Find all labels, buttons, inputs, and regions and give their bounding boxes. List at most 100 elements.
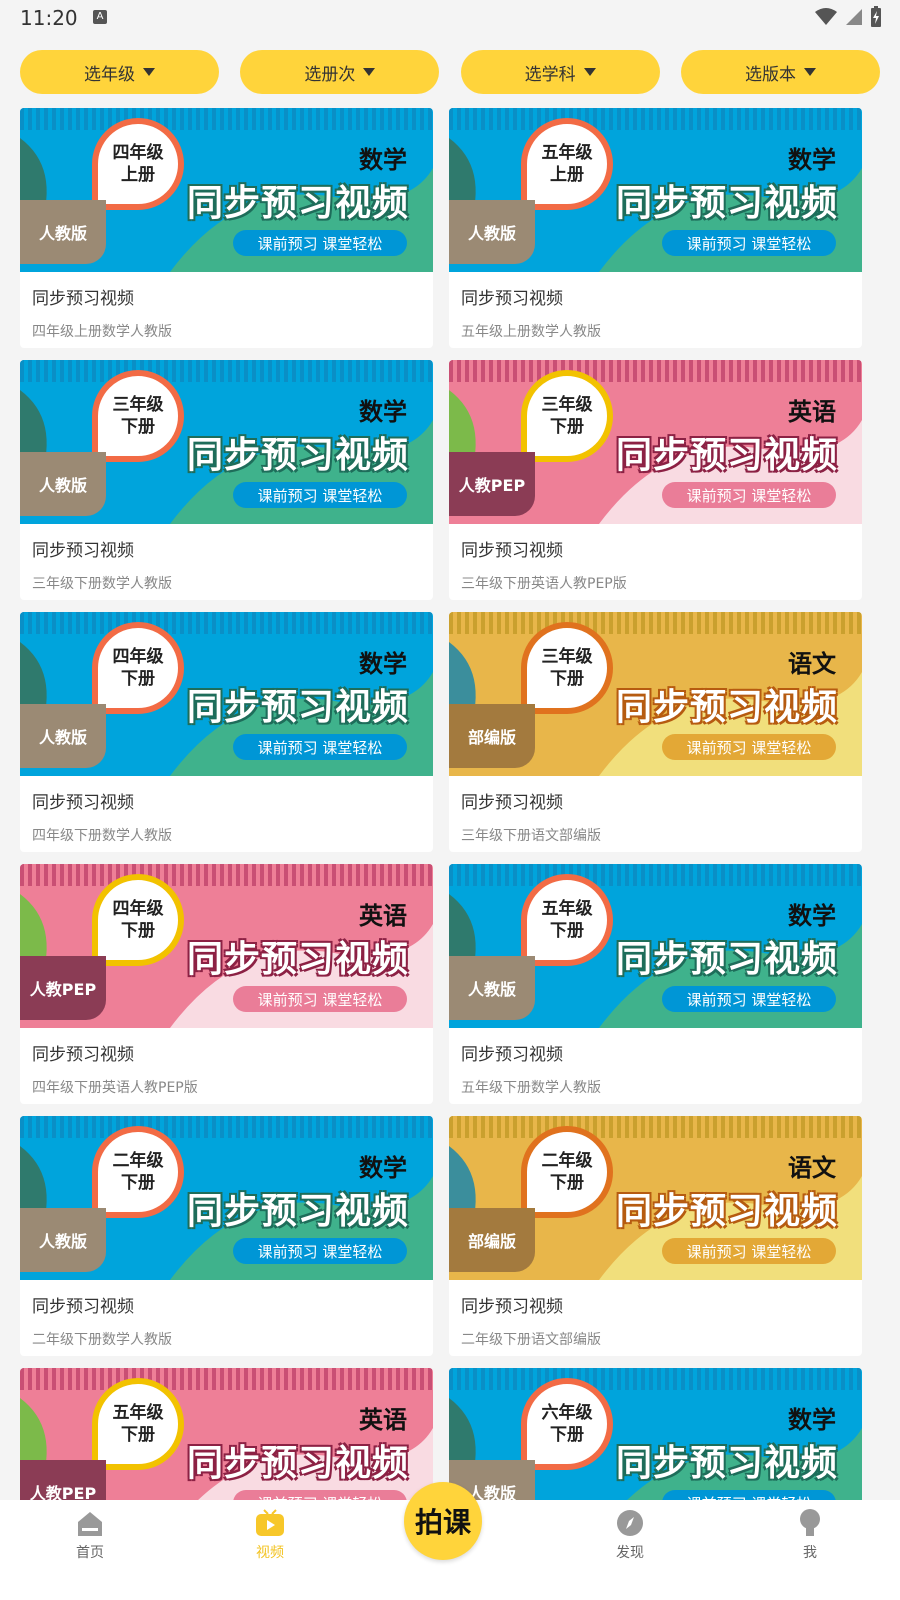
- term-text: 下册: [121, 417, 155, 437]
- nav-discover-label: 发现: [616, 1545, 644, 1561]
- video-thumbnail: 二年级 下册 部编版 语文 同步预习视频 课前预习 课堂轻松: [449, 1116, 862, 1280]
- filter-subject-label: 选学科: [524, 64, 576, 85]
- card-subtitle: 四年级下册数学人教版: [32, 828, 172, 844]
- term-text: 下册: [121, 669, 155, 689]
- headline-text: 同步预习视频: [186, 1443, 409, 1484]
- video-thumbnail: 四年级 下册 人教版 数学 同步预习视频 课前预习 课堂轻松: [20, 612, 433, 776]
- subject-text: 数学: [359, 146, 407, 174]
- video-card[interactable]: 五年级 下册 人教版 数学 同步预习视频 课前预习 课堂轻松 同步预习视频 五年…: [449, 864, 862, 1104]
- grade-badge: 五年级 下册: [92, 1378, 184, 1470]
- video-thumbnail: 四年级 下册 人教PEP 英语 同步预习视频 课前预习 课堂轻松: [20, 864, 433, 1028]
- card-title: 同步预习视频: [32, 289, 134, 309]
- video-thumbnail: 五年级 下册 人教版 数学 同步预习视频 课前预习 课堂轻松: [449, 864, 862, 1028]
- filter-term-button[interactable]: 选册次: [240, 50, 440, 94]
- video-card[interactable]: 二年级 下册 部编版 语文 同步预习视频 课前预习 课堂轻松 同步预习视频 二年…: [449, 1116, 862, 1356]
- card-title: 同步预习视频: [32, 1045, 134, 1065]
- video-card[interactable]: 三年级 下册 部编版 语文 同步预习视频 课前预习 课堂轻松 同步预习视频 三年…: [449, 612, 862, 852]
- tagline-pill: 课前预习 课堂轻松: [233, 1238, 407, 1264]
- grade-text: 二年级: [541, 1150, 593, 1171]
- grade-text: 五年级: [112, 1402, 164, 1423]
- subject-text: 英语: [359, 902, 407, 930]
- edition-tag: 部编版: [449, 704, 535, 768]
- headline-text: 同步预习视频: [615, 1443, 838, 1484]
- video-card[interactable]: 二年级 下册 人教版 数学 同步预习视频 课前预习 课堂轻松 同步预习视频 二年…: [20, 1116, 433, 1356]
- card-title: 同步预习视频: [461, 1045, 563, 1065]
- grade-badge: 六年级 下册: [521, 1378, 613, 1470]
- grade-badge: 四年级 下册: [92, 622, 184, 714]
- term-text: 下册: [550, 417, 584, 437]
- card-title: 同步预习视频: [461, 289, 563, 309]
- card-subtitle: 三年级下册数学人教版: [32, 576, 172, 592]
- nav-home[interactable]: 首页: [30, 1508, 150, 1562]
- term-text: 上册: [121, 165, 155, 185]
- edition-tag: 人教PEP: [20, 956, 106, 1020]
- term-text: 下册: [550, 1173, 584, 1193]
- tagline-pill: 课前预习 课堂轻松: [662, 1238, 836, 1264]
- video-thumbnail: 三年级 下册 人教PEP 英语 同步预习视频 课前预习 课堂轻松: [449, 360, 862, 524]
- grade-badge: 二年级 下册: [92, 1126, 184, 1218]
- tagline-pill: 课前预习 课堂轻松: [662, 482, 836, 508]
- edition-tag: 人教版: [20, 1208, 106, 1272]
- grade-badge: 五年级 上册: [521, 118, 613, 210]
- edition-tag: 人教版: [20, 452, 106, 516]
- video-card[interactable]: 五年级 上册 人教版 数学 同步预习视频 课前预习 课堂轻松 同步预习视频 五年…: [449, 108, 862, 348]
- filter-grade-button[interactable]: 选年级: [20, 50, 219, 94]
- subject-text: 语文: [788, 1154, 836, 1182]
- video-card[interactable]: 四年级 下册 人教PEP 英语 同步预习视频 课前预习 课堂轻松 同步预习视频 …: [20, 864, 433, 1104]
- edition-tag: 人教版: [449, 200, 535, 264]
- grade-badge: 二年级 下册: [521, 1126, 613, 1218]
- headline-text: 同步预习视频: [615, 435, 838, 476]
- nav-me[interactable]: 我: [750, 1508, 870, 1562]
- card-title: 同步预习视频: [32, 541, 134, 561]
- video-thumbnail: 五年级 上册 人教版 数学 同步预习视频 课前预习 课堂轻松: [449, 108, 862, 272]
- card-subtitle: 四年级下册英语人教PEP版: [32, 1080, 198, 1096]
- caret-down-icon: [803, 68, 816, 76]
- video-card[interactable]: 四年级 下册 人教版 数学 同步预习视频 课前预习 课堂轻松 同步预习视频 四年…: [20, 612, 433, 852]
- card-subtitle: 五年级下册数学人教版: [461, 1080, 601, 1096]
- subject-text: 数学: [788, 1406, 836, 1434]
- grade-badge: 三年级 下册: [521, 622, 613, 714]
- video-grid: 四年级 上册 人教版 数学 同步预习视频 课前预习 课堂轻松 同步预习视频 四年…: [20, 108, 880, 1600]
- term-text: 下册: [550, 669, 584, 689]
- nav-video[interactable]: 视频: [210, 1508, 330, 1562]
- edition-tag: 人教版: [449, 956, 535, 1020]
- tagline-pill: 课前预习 课堂轻松: [233, 230, 407, 256]
- edition-tag: 部编版: [449, 1208, 535, 1272]
- subject-text: 数学: [359, 398, 407, 426]
- subject-text: 数学: [359, 650, 407, 678]
- grade-text: 六年级: [541, 1402, 593, 1423]
- tagline-pill: 课前预习 课堂轻松: [233, 986, 407, 1012]
- filter-edition-button[interactable]: 选版本: [680, 50, 880, 94]
- term-text: 下册: [550, 921, 584, 941]
- card-title: 同步预习视频: [32, 793, 134, 813]
- filter-subject-button[interactable]: 选学科: [460, 50, 660, 94]
- headline-text: 同步预习视频: [186, 939, 409, 980]
- subject-text: 数学: [788, 902, 836, 930]
- tagline-pill: 课前预习 课堂轻松: [662, 986, 836, 1012]
- grade-text: 四年级: [112, 142, 164, 163]
- nav-discover[interactable]: 发现: [570, 1508, 690, 1562]
- tagline-pill: 课前预习 课堂轻松: [662, 230, 836, 256]
- battery-icon: [871, 6, 881, 27]
- tagline-pill: 课前预习 课堂轻松: [662, 734, 836, 760]
- photo-lesson-button[interactable]: 拍课: [404, 1482, 482, 1560]
- term-text: 上册: [550, 165, 584, 185]
- subject-text: 英语: [359, 1406, 407, 1434]
- card-subtitle: 四年级上册数学人教版: [32, 324, 172, 340]
- caret-down-icon: [583, 68, 596, 76]
- filter-term-label: 选册次: [304, 64, 356, 85]
- filter-bar: 选年级 选册次 选学科 选版本: [20, 50, 880, 94]
- headline-text: 同步预习视频: [186, 435, 409, 476]
- video-thumbnail: 三年级 下册 人教版 数学 同步预习视频 课前预习 课堂轻松: [20, 360, 433, 524]
- user-icon: [800, 1509, 820, 1536]
- video-thumbnail: 三年级 下册 部编版 语文 同步预习视频 课前预习 课堂轻松: [449, 612, 862, 776]
- video-card[interactable]: 三年级 下册 人教版 数学 同步预习视频 课前预习 课堂轻松 同步预习视频 三年…: [20, 360, 433, 600]
- status-icons: [814, 6, 882, 28]
- video-card[interactable]: 三年级 下册 人教PEP 英语 同步预习视频 课前预习 课堂轻松 同步预习视频 …: [449, 360, 862, 600]
- video-card[interactable]: 四年级 上册 人教版 数学 同步预习视频 课前预习 课堂轻松 同步预习视频 四年…: [20, 108, 433, 348]
- status-bar: 11:20 A: [0, 0, 900, 38]
- grade-badge: 四年级 下册: [92, 874, 184, 966]
- photo-lesson-label: 拍课: [414, 1506, 471, 1539]
- caret-down-icon: [363, 68, 376, 76]
- headline-text: 同步预习视频: [186, 687, 409, 728]
